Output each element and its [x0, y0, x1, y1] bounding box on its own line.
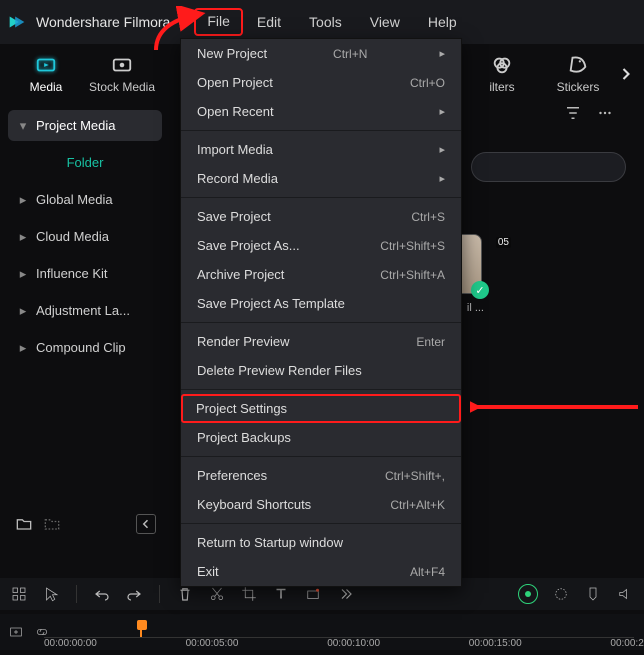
menu-save-project-as[interactable]: Save Project As...Ctrl+Shift+S	[181, 231, 461, 260]
menu-file[interactable]: File	[194, 8, 243, 36]
menu-project-backups[interactable]: Project Backups	[181, 423, 461, 452]
new-bin-icon[interactable]	[42, 514, 62, 534]
filter-icon[interactable]	[564, 104, 582, 122]
menu-import-media[interactable]: Import Media▸	[181, 135, 461, 164]
menu-new-project[interactable]: New ProjectCtrl+N ▸	[181, 39, 461, 68]
iconbar-scroll-right[interactable]	[616, 64, 636, 84]
redo-icon[interactable]	[125, 585, 143, 603]
menu-archive-project[interactable]: Archive ProjectCtrl+Shift+A	[181, 260, 461, 289]
stickers-icon	[567, 54, 589, 76]
crop-icon[interactable]	[240, 585, 258, 603]
time-label: 00:00:00:00	[44, 638, 97, 649]
time-label: 00:00:10:00	[327, 638, 380, 649]
tab-media[interactable]: Media	[8, 54, 84, 94]
grid-icon[interactable]	[10, 585, 28, 603]
sidebar-item-folder[interactable]: Folder	[8, 147, 162, 178]
sidebar-item-label: Influence Kit	[36, 266, 108, 281]
tab-media-label: Media	[30, 80, 63, 94]
sidebar-item-global-media[interactable]: ▸ Global Media	[8, 184, 162, 215]
render-icon[interactable]	[552, 585, 570, 603]
media-thumbnail[interactable]: 05 ✓	[460, 234, 482, 294]
tab-stock-media[interactable]: Stock Media	[84, 54, 160, 94]
menu-open-recent[interactable]: Open Recent▸	[181, 97, 461, 126]
chevron-down-icon: ▾	[18, 121, 28, 131]
delete-icon[interactable]	[176, 585, 194, 603]
menu-save-project[interactable]: Save ProjectCtrl+S	[181, 202, 461, 231]
chevron-right-icon: ▸	[18, 269, 28, 279]
sidebar-collapse[interactable]	[136, 514, 156, 534]
tab-filters-label: ilters	[489, 80, 514, 94]
tab-stickers-label: Stickers	[557, 80, 600, 94]
sidebar-item-influence-kit[interactable]: ▸ Influence Kit	[8, 258, 162, 289]
new-folder-icon[interactable]	[14, 514, 34, 534]
sidebar-item-project-media[interactable]: ▾ Project Media	[8, 110, 162, 141]
undo-icon[interactable]	[93, 585, 111, 603]
filters-icon	[491, 54, 513, 76]
ai-icon[interactable]	[518, 584, 538, 604]
menu-delete-render[interactable]: Delete Preview Render Files	[181, 356, 461, 385]
menu-exit[interactable]: ExitAlt+F4	[181, 557, 461, 586]
time-label: 00:00:20:00	[610, 638, 644, 649]
timeline-ruler[interactable]: 00:00:00:00 00:00:05:00 00:00:10:00 00:0…	[44, 620, 634, 638]
sidebar-item-label: Adjustment La...	[36, 303, 130, 318]
file-menu-dropdown: New ProjectCtrl+N ▸ Open ProjectCtrl+O O…	[180, 38, 462, 587]
record-icon[interactable]	[304, 585, 322, 603]
app-logo-icon	[6, 11, 28, 33]
chevron-right-icon: ▸	[18, 306, 28, 316]
sidebar-item-label: Global Media	[36, 192, 113, 207]
thumbnail-duration: 05	[496, 237, 511, 248]
menu-help[interactable]: Help	[414, 8, 471, 36]
time-label: 00:00:15:00	[469, 638, 522, 649]
menu-save-template[interactable]: Save Project As Template	[181, 289, 461, 318]
media-icon	[35, 54, 57, 76]
menu-keyboard-shortcuts[interactable]: Keyboard ShortcutsCtrl+Alt+K	[181, 490, 461, 519]
sidebar-item-label: Cloud Media	[36, 229, 109, 244]
more-icon[interactable]	[596, 104, 614, 122]
menu-render-preview[interactable]: Render PreviewEnter	[181, 327, 461, 356]
menu-return-startup[interactable]: Return to Startup window	[181, 528, 461, 557]
text-icon[interactable]	[272, 585, 290, 603]
more-tools-icon[interactable]	[336, 585, 354, 603]
cut-icon[interactable]	[208, 585, 226, 603]
menu-preferences[interactable]: PreferencesCtrl+Shift+,	[181, 461, 461, 490]
sidebar-item-compound-clip[interactable]: ▸ Compound Clip	[8, 332, 162, 363]
menu-tools[interactable]: Tools	[295, 8, 356, 36]
check-icon: ✓	[471, 281, 489, 299]
chevron-right-icon: ▸	[18, 195, 28, 205]
menu-edit[interactable]: Edit	[243, 8, 295, 36]
tab-filters[interactable]: ilters	[464, 54, 540, 94]
sidebar-item-label: Compound Clip	[36, 340, 126, 355]
menu-project-settings[interactable]: Project Settings	[181, 394, 461, 423]
tab-stock-label: Stock Media	[89, 80, 155, 94]
search-input[interactable]	[471, 152, 626, 182]
chevron-right-icon: ▸	[18, 232, 28, 242]
chevron-right-icon: ▸	[18, 343, 28, 353]
menu-open-project[interactable]: Open ProjectCtrl+O	[181, 68, 461, 97]
thumbnail-label: il ...	[467, 302, 484, 314]
sidebar-item-cloud-media[interactable]: ▸ Cloud Media	[8, 221, 162, 252]
app-name: Wondershare Filmora	[36, 14, 170, 30]
menu-record-media[interactable]: Record Media▸	[181, 164, 461, 193]
marker-icon[interactable]	[584, 585, 602, 603]
stock-media-icon	[111, 54, 133, 76]
tab-stickers[interactable]: Stickers	[540, 54, 616, 94]
playhead[interactable]	[140, 620, 142, 637]
cursor-icon[interactable]	[42, 585, 60, 603]
mute-icon[interactable]	[616, 585, 634, 603]
sidebar-item-adjustment-layer[interactable]: ▸ Adjustment La...	[8, 295, 162, 326]
add-track-icon[interactable]	[8, 624, 24, 640]
menu-view[interactable]: View	[356, 8, 414, 36]
sidebar-item-label: Project Media	[36, 118, 115, 133]
time-label: 00:00:05:00	[186, 638, 239, 649]
